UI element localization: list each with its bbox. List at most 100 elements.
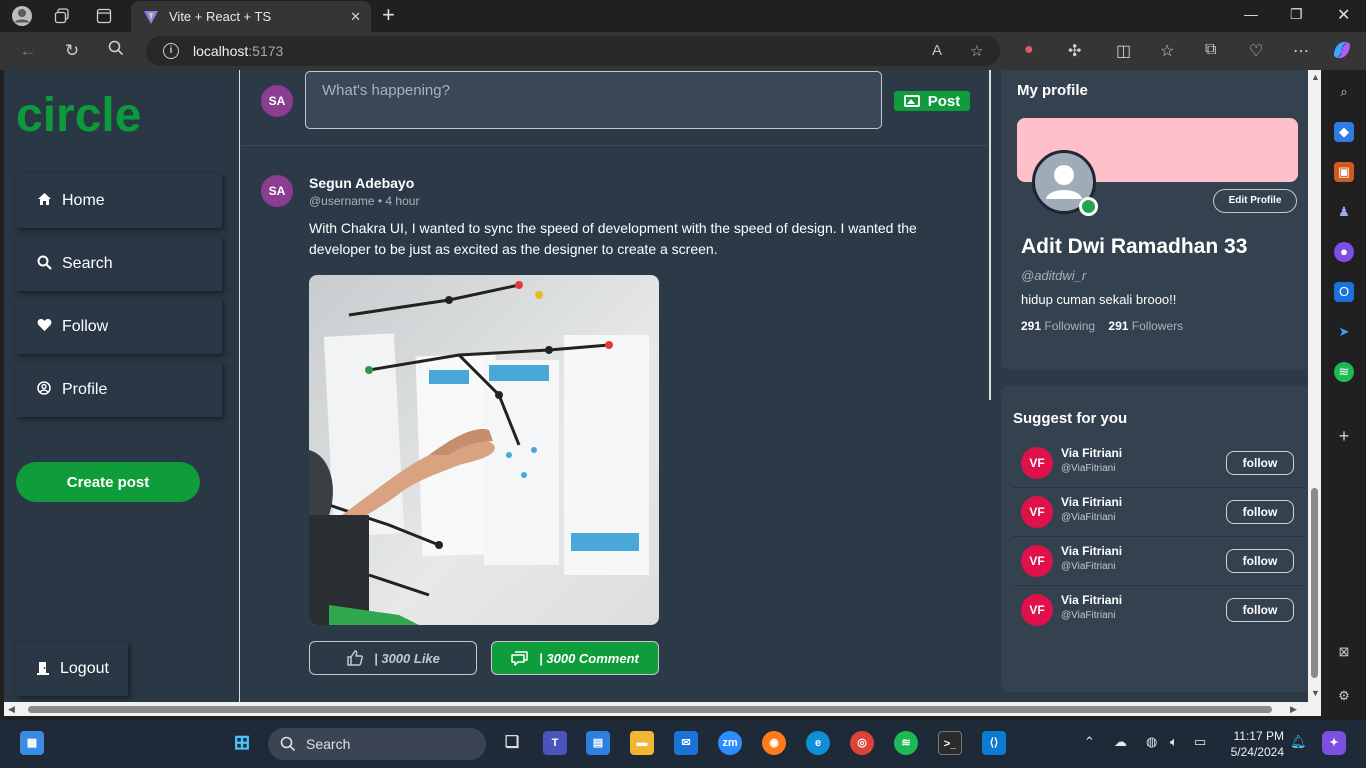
minimize-icon[interactable]: — [1244, 6, 1258, 22]
workspaces-icon[interactable] [48, 4, 76, 28]
app-logo[interactable]: circle [16, 88, 141, 143]
scroll-up-icon[interactable]: ▲ [1311, 72, 1320, 82]
store-icon[interactable]: ▤ [586, 731, 610, 755]
spotify-icon[interactable]: ≋ [894, 731, 918, 755]
performance-icon[interactable]: ♡ [1249, 41, 1263, 61]
following-count: 291 [1021, 319, 1042, 333]
system-clock[interactable]: 11:17 PM 5/24/2024 [1222, 728, 1284, 760]
comment-button[interactable]: | 3000 Comment [491, 641, 659, 675]
search-icon[interactable]: ⌕ [1334, 82, 1354, 102]
heart-icon [36, 318, 52, 336]
collections-icon[interactable]: ⧉ [1205, 41, 1216, 59]
following-label[interactable]: Following [1044, 319, 1095, 333]
widgets-icon[interactable]: ▦ [20, 731, 44, 755]
favorites-icon[interactable]: ☆ [1160, 41, 1174, 61]
copilot-icon[interactable] [1330, 38, 1354, 67]
hide-sidebar-icon[interactable]: ⊠ [1334, 642, 1354, 662]
followers-label[interactable]: Followers [1132, 319, 1183, 333]
new-tab-icon[interactable]: + [382, 4, 395, 26]
outlook-icon[interactable]: O [1334, 282, 1354, 302]
mail-icon[interactable]: ✉ [674, 731, 698, 755]
notification-bell-icon[interactable]: 🔔︎ [1290, 734, 1307, 750]
follow-button[interactable]: follow [1226, 598, 1294, 622]
network-icon[interactable]: ◍ [1146, 734, 1157, 750]
address-toolbar: ← ↻ i localhost:5173 A ☆ ● ✣ ◫ ☆ ⧉ ♡ ⋯ [0, 32, 1366, 70]
follow-button[interactable]: follow [1226, 500, 1294, 524]
close-window-icon[interactable]: ✕ [1337, 5, 1350, 25]
site-info-icon[interactable]: i [163, 43, 179, 59]
firefox-icon[interactable]: ◉ [762, 731, 786, 755]
send-icon[interactable]: ➤ [1334, 322, 1354, 342]
vite-logo-icon [144, 10, 158, 24]
post-author[interactable]: Segun Adebayo [309, 175, 414, 191]
sidebar-item-profile[interactable]: Profile [16, 363, 222, 417]
suggest-name[interactable]: Via Fitriani [1061, 495, 1122, 509]
follow-button[interactable]: follow [1226, 549, 1294, 573]
spotify-icon[interactable]: ≋ [1334, 362, 1354, 382]
scroll-down-icon[interactable]: ▼ [1311, 688, 1320, 698]
logout-button[interactable]: Logout [16, 642, 128, 696]
scroll-left-icon[interactable]: ◀ [8, 704, 15, 715]
task-view-icon[interactable]: ❏ [500, 731, 524, 755]
sidebar-item-follow[interactable]: Follow [16, 300, 222, 354]
favorite-star-icon[interactable]: ☆ [970, 42, 983, 60]
zoom-icon[interactable]: zm [718, 731, 742, 755]
refresh-icon[interactable]: ↻ [60, 40, 84, 62]
like-button[interactable]: | 3000 Like [309, 641, 477, 675]
taskbar-search[interactable]: Search [268, 728, 486, 760]
shopping-tag-icon[interactable]: ◆ [1334, 122, 1354, 142]
battery-icon[interactable]: ▭ [1194, 734, 1206, 750]
suggest-name[interactable]: Via Fitriani [1061, 544, 1122, 558]
suggest-name[interactable]: Via Fitriani [1061, 446, 1122, 460]
profile-avatar-icon[interactable] [8, 4, 36, 28]
vscode-icon[interactable]: ⟨⟩ [982, 731, 1006, 755]
tab-actions-icon[interactable] [90, 4, 118, 28]
create-post-button[interactable]: Create post [16, 462, 200, 502]
teams-icon[interactable]: T [543, 731, 567, 755]
edge-icon[interactable]: e [806, 731, 830, 755]
copilot-taskbar-icon[interactable]: ✦ [1322, 731, 1346, 755]
windows-start-icon[interactable]: ⊞ [230, 731, 254, 755]
post-button[interactable]: Post [894, 91, 970, 111]
tools-icon[interactable]: ▣ [1334, 162, 1354, 182]
url-host: localhost [193, 43, 249, 59]
post-image[interactable] [309, 275, 659, 625]
add-icon[interactable]: + [1334, 426, 1354, 446]
image-icon [903, 95, 920, 107]
vertical-scroll-thumb[interactable] [1311, 488, 1318, 678]
whats-happening-input[interactable]: What's happening? [305, 71, 882, 129]
sidebar-item-home[interactable]: Home [16, 174, 222, 228]
volume-icon[interactable]: 🔈︎ [1170, 734, 1178, 750]
games-icon[interactable]: ♟ [1334, 202, 1354, 222]
copilot-sidebar-icon[interactable]: ● [1334, 242, 1354, 262]
close-tab-icon[interactable]: ✕ [350, 9, 361, 25]
my-profile-heading: My profile [1017, 82, 1088, 99]
extension-pin-icon[interactable]: ● [1024, 41, 1034, 59]
sidebar-item-search[interactable]: Search [16, 237, 222, 291]
search-icon[interactable] [104, 40, 128, 62]
extensions-icon[interactable]: ✣ [1068, 41, 1081, 61]
weather-icon[interactable]: ☁ [1114, 734, 1127, 750]
file-explorer-icon[interactable]: ▬ [630, 731, 654, 755]
chrome-icon[interactable]: ◎ [850, 731, 874, 755]
split-screen-icon[interactable]: ◫ [1116, 41, 1131, 61]
read-aloud-icon[interactable]: A [932, 42, 942, 59]
edit-profile-button[interactable]: Edit Profile [1213, 189, 1297, 213]
more-menu-icon[interactable]: ⋯ [1293, 41, 1309, 61]
search-icon [36, 255, 52, 274]
vertical-scrollbar[interactable]: ▲ ▼ [1308, 70, 1321, 702]
settings-gear-icon[interactable]: ⚙ [1334, 686, 1354, 706]
horizontal-scrollbar[interactable]: ◀ ▶ [4, 702, 1321, 716]
url-field[interactable]: i localhost:5173 A ☆ [146, 36, 1000, 66]
tab-vite-react[interactable]: Vite + React + TS ✕ [131, 1, 371, 32]
horizontal-scroll-thumb[interactable] [28, 706, 1272, 713]
feed-divider [989, 70, 991, 400]
restore-icon[interactable]: ❐ [1290, 6, 1303, 23]
show-hidden-icons-icon[interactable]: ⌃ [1084, 734, 1095, 750]
follow-button[interactable]: follow [1226, 451, 1294, 475]
back-icon[interactable]: ← [16, 40, 40, 62]
suggest-name[interactable]: Via Fitriani [1061, 593, 1122, 607]
scroll-right-icon[interactable]: ▶ [1290, 704, 1297, 715]
logout-label: Logout [60, 660, 109, 677]
terminal-icon[interactable]: >_ [938, 731, 962, 755]
